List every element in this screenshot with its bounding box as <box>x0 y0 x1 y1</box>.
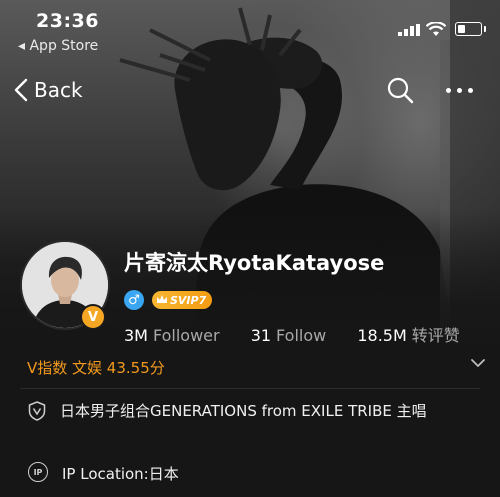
chevron-down-icon[interactable] <box>470 358 486 368</box>
wifi-icon <box>426 22 446 36</box>
verified-badge-icon: V <box>80 304 106 330</box>
svip-badge[interactable]: SVIP7 <box>152 291 213 309</box>
engagement-stat[interactable]: 18.5M 转评赞 <box>357 322 459 346</box>
back-button[interactable]: Back <box>14 72 83 108</box>
profile-badges: ♂ SVIP7 <box>124 290 213 310</box>
svip-label: SVIP7 <box>170 293 207 307</box>
crown-icon <box>157 295 167 303</box>
shield-v-icon <box>28 401 46 421</box>
ip-icon: IP <box>28 462 48 482</box>
profile-stats: 3M Follower 31 Follow 18.5M 转评赞 <box>124 322 486 346</box>
following-stat[interactable]: 31 Follow <box>251 326 327 345</box>
ip-location-row: IP IP Location:日本 <box>28 461 482 487</box>
more-icon[interactable] <box>446 80 473 100</box>
engagement-count: 18.5M <box>357 326 407 345</box>
back-chevron-icon <box>14 78 28 102</box>
back-to-app-store-link[interactable]: ◂ App Store <box>18 38 98 54</box>
back-label: Back <box>34 78 83 102</box>
v-index-link[interactable]: V指数 文娱 43.55分 <box>27 357 165 378</box>
following-count: 31 <box>250 326 272 345</box>
status-time: 23:36 <box>36 10 99 32</box>
ip-location-text: IP Location:日本 <box>62 465 179 483</box>
battery-icon <box>455 22 486 36</box>
following-label: Follow <box>276 326 327 345</box>
top-nav-bar: Back <box>0 72 500 108</box>
search-icon[interactable] <box>386 76 414 104</box>
engagement-label: 转评赞 <box>411 326 460 345</box>
followers-stat[interactable]: 3M Follower <box>124 326 220 345</box>
status-bar: 23:36 ◂ App Store <box>0 0 500 60</box>
bio-text: 日本男子组合GENERATIONS from EXILE TRIBE 主唱 <box>60 402 427 420</box>
bio-row: 日本男子组合GENERATIONS from EXILE TRIBE 主唱 <box>28 398 480 424</box>
followers-label: Follower <box>152 326 220 345</box>
male-gender-icon: ♂ <box>124 290 144 310</box>
followers-count: 3M <box>124 326 148 345</box>
signal-icon <box>398 24 420 36</box>
profile-name: 片寄涼太RyotaKatayose <box>124 251 385 275</box>
divider <box>20 388 480 389</box>
